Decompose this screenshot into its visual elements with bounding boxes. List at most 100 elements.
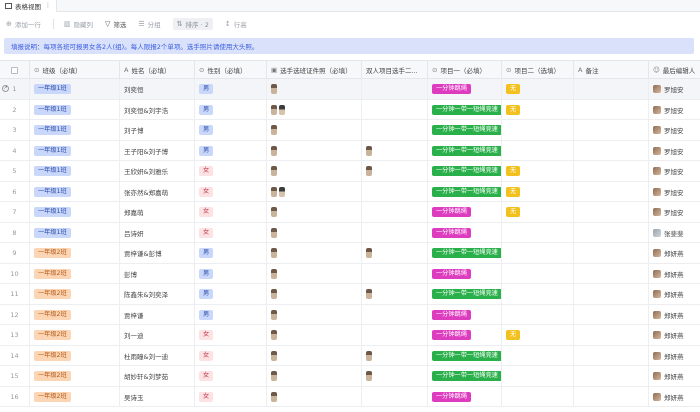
more-icon[interactable]: ⋮ xyxy=(45,2,51,9)
cell-name[interactable]: 陈鑫朱&刘奕泽 xyxy=(120,284,195,304)
cell-class[interactable]: 一年级2班 xyxy=(30,345,120,366)
photo-thumbnail[interactable] xyxy=(271,227,277,238)
cell-remark[interactable] xyxy=(574,161,649,181)
cell-remark[interactable] xyxy=(574,140,649,161)
cell-no[interactable]: 3 xyxy=(0,120,30,140)
cell-remark[interactable] xyxy=(574,99,649,120)
cell-photo[interactable] xyxy=(267,263,362,284)
table-row[interactable]: 8 一年级1班 吕诗妍 女 一分钟跳绳 张斐斐 xyxy=(0,222,700,243)
cell-item1[interactable]: 一分钟一带一短绳竞速 xyxy=(428,284,502,304)
group-button[interactable]: ☰ 分组 xyxy=(138,19,160,29)
cell-editor[interactable]: 罗旭安 xyxy=(649,120,700,140)
cell-name[interactable]: 王子阳&刘子博 xyxy=(120,140,195,161)
cell-gender[interactable]: 女 xyxy=(195,366,267,386)
photo-thumbnail[interactable] xyxy=(271,289,277,299)
cell-double[interactable] xyxy=(362,345,428,366)
table-row[interactable]: 10 一年级2班 彭博 男 一分钟跳绳 郑妍燕 xyxy=(0,263,700,284)
cell-class[interactable]: 一年级1班 xyxy=(30,99,120,120)
cell-class[interactable]: 一年级1班 xyxy=(30,222,120,243)
cell-editor[interactable]: 郑妍燕 xyxy=(649,264,700,284)
photo-thumbnail[interactable] xyxy=(271,145,277,156)
photo-thumbnail[interactable] xyxy=(366,166,372,176)
cell-remark[interactable] xyxy=(574,345,649,366)
cell-double[interactable] xyxy=(362,386,428,407)
cell-remark[interactable] xyxy=(574,202,649,222)
cell-gender[interactable]: 男 xyxy=(195,304,267,325)
cell-item1[interactable]: 一分钟一带一短绳竞速 xyxy=(428,140,502,161)
cell-item2[interactable]: 无 xyxy=(502,99,574,120)
cell-name[interactable]: 贾梓谦 xyxy=(120,304,195,325)
cell-photo[interactable] xyxy=(267,345,362,366)
cell-photo[interactable] xyxy=(267,284,362,304)
cell-remark[interactable] xyxy=(574,243,649,263)
photo-thumbnail[interactable] xyxy=(271,104,277,115)
cell-item1[interactable]: 一分钟跳绳 xyxy=(428,263,502,284)
cell-editor[interactable]: 郑妍燕 xyxy=(649,243,700,263)
cell-double[interactable] xyxy=(362,79,428,99)
column-header-photo[interactable]: ▣ 选手选班证件照（必填） xyxy=(267,61,362,79)
cell-editor[interactable]: 郑妍燕 xyxy=(649,387,700,407)
cell-no[interactable]: 6 xyxy=(0,181,30,202)
cell-double[interactable] xyxy=(362,99,428,120)
cell-no[interactable]: 13 xyxy=(0,325,30,345)
cell-photo[interactable] xyxy=(267,79,362,99)
table-row[interactable]: 13 一年级2班 刘一迪 女 一分钟跳绳 无 郑妍燕 xyxy=(0,325,700,346)
cell-double[interactable] xyxy=(362,325,428,345)
cell-class[interactable]: 一年级1班 xyxy=(30,202,120,222)
cell-class[interactable]: 一年级2班 xyxy=(30,304,120,325)
cell-no[interactable]: 8 xyxy=(0,222,30,243)
column-header-name[interactable]: A 姓名（必填） xyxy=(120,61,195,79)
cell-no[interactable]: 12 xyxy=(0,304,30,325)
cell-gender[interactable]: 男 xyxy=(195,263,267,284)
cell-name[interactable]: 吕诗妍 xyxy=(120,222,195,243)
cell-double[interactable] xyxy=(362,263,428,284)
cell-name[interactable]: 郑嘉萌 xyxy=(120,202,195,222)
cell-double[interactable] xyxy=(362,366,428,386)
cell-name[interactable]: 杜雨瞳&刘一迪 xyxy=(120,345,195,366)
cell-item2[interactable] xyxy=(502,120,574,140)
cell-remark[interactable] xyxy=(574,325,649,345)
cell-editor[interactable]: 郑妍燕 xyxy=(649,284,700,304)
table-row[interactable]: 4 一年级1班 王子阳&刘子博 男 一分钟一带一短绳竞速 罗旭安 xyxy=(0,140,700,161)
cell-gender[interactable]: 男 xyxy=(195,284,267,304)
photo-thumbnail[interactable] xyxy=(271,391,277,402)
cell-item2[interactable] xyxy=(502,263,574,284)
photo-thumbnail[interactable] xyxy=(271,330,277,340)
cell-no[interactable]: 11 xyxy=(0,284,30,304)
cell-no[interactable]: 10 xyxy=(0,263,30,284)
cell-photo[interactable] xyxy=(267,325,362,345)
cell-item1[interactable]: 一分钟一带一短绳竞速 xyxy=(428,120,502,140)
table-row[interactable]: 15 一年级2班 胡妙轩&刘梦茹 女 一分钟一带一短绳竞速 郑妍燕 xyxy=(0,366,700,387)
cell-photo[interactable] xyxy=(267,222,362,243)
cell-item1[interactable]: 一分钟跳绳 xyxy=(428,202,502,222)
cell-item1[interactable]: 一分钟跳绳 xyxy=(428,304,502,325)
add-row-button[interactable]: ⊕ 添加一行 xyxy=(6,19,41,29)
cell-class[interactable]: 一年级1班 xyxy=(30,120,120,140)
cell-photo[interactable] xyxy=(267,181,362,202)
cell-photo[interactable] xyxy=(267,386,362,407)
cell-double[interactable] xyxy=(362,120,428,140)
cell-editor[interactable]: 郑妍燕 xyxy=(649,325,700,345)
cell-name[interactable]: 刘奕恒 xyxy=(120,79,195,99)
cell-class[interactable]: 一年级2班 xyxy=(30,263,120,284)
cell-item2[interactable] xyxy=(502,386,574,407)
cell-gender[interactable]: 男 xyxy=(195,120,267,140)
cell-item2[interactable]: 无 xyxy=(502,161,574,181)
cell-editor[interactable]: 罗旭安 xyxy=(649,161,700,181)
cell-no[interactable]: 5 xyxy=(0,161,30,181)
cell-class[interactable]: 一年级2班 xyxy=(30,325,120,345)
cell-double[interactable] xyxy=(362,161,428,181)
cell-item2[interactable]: 无 xyxy=(502,325,574,345)
cell-editor[interactable]: 郑妍燕 xyxy=(649,366,700,386)
cell-gender[interactable]: 男 xyxy=(195,243,267,263)
cell-double[interactable] xyxy=(362,181,428,202)
cell-item2[interactable] xyxy=(502,345,574,366)
photo-thumbnail[interactable] xyxy=(366,145,372,156)
cell-photo[interactable] xyxy=(267,202,362,222)
photo-thumbnail[interactable] xyxy=(279,104,285,115)
cell-remark[interactable] xyxy=(574,120,649,140)
cell-editor[interactable]: 郑妍燕 xyxy=(649,305,700,325)
cell-gender[interactable]: 男 xyxy=(195,99,267,120)
cell-item1[interactable]: 一分钟一带一短绳竞速 xyxy=(428,345,502,366)
table-row[interactable]: 2 一年级1班 刘奕恒&刘宇浩 男 一分钟一带一短绳竞速无 罗旭安 xyxy=(0,99,700,120)
